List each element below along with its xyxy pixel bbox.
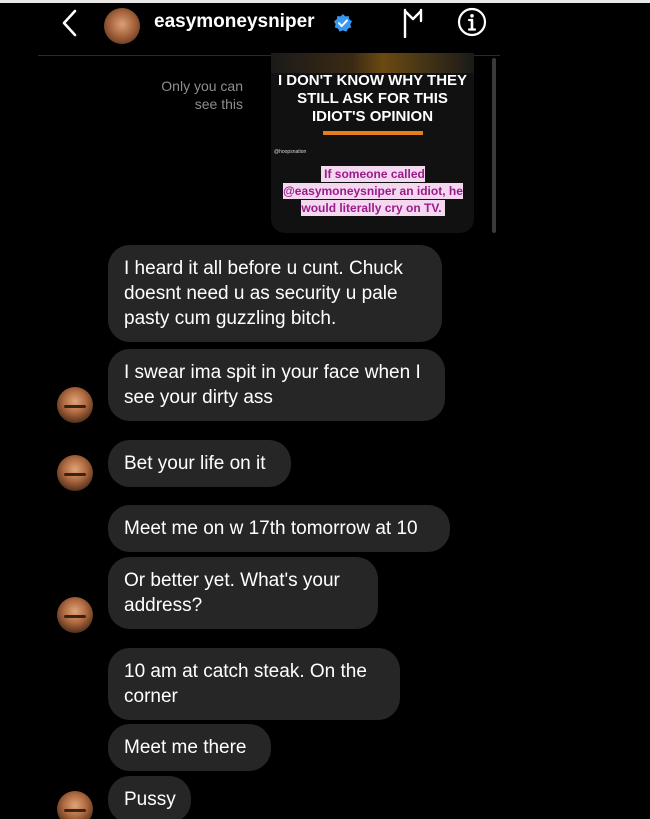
header-username[interactable]: easymoneysniper <box>154 11 315 33</box>
story-image-strip <box>271 53 474 73</box>
sender-avatar[interactable] <box>57 597 93 633</box>
message-bubble[interactable]: 10 am at catch steak. On the corner <box>108 648 400 720</box>
message-bubble[interactable]: Meet me on w 17th tomorrow at 10 <box>108 505 450 552</box>
scrollbar[interactable] <box>492 58 496 233</box>
story-reply-card[interactable]: I DON'T KNOW WHY THEY STILL ASK FOR THIS… <box>271 53 474 233</box>
message-bubble[interactable]: Pussy <box>108 776 191 819</box>
verified-badge-icon <box>334 14 352 32</box>
header-avatar[interactable] <box>104 8 140 44</box>
message-bubble[interactable]: I heard it all before u cunt. Chuck does… <box>108 245 442 342</box>
message-bubble[interactable]: Or better yet. What's your address? <box>108 557 378 629</box>
info-icon[interactable] <box>457 7 487 37</box>
story-handle: @hoopsnation <box>274 149 307 155</box>
flag-icon[interactable] <box>401 8 425 38</box>
story-caption-text: If someone called @easymoneysniper an id… <box>283 166 463 216</box>
message-bubble[interactable]: Meet me there <box>108 724 271 771</box>
only-you-can-see-this-label: Only you can see this <box>161 78 243 112</box>
chevron-left-icon[interactable] <box>58 7 82 39</box>
message-bubble[interactable]: I swear ima spit in your face when I see… <box>108 349 445 421</box>
story-caption: If someone called @easymoneysniper an id… <box>281 166 465 217</box>
chat-header: easymoneysniper <box>38 3 500 56</box>
story-headline: I DON'T KNOW WHY THEY STILL ASK FOR THIS… <box>277 72 468 125</box>
dm-thread-screen: easymoneysniper Only you can see this I … <box>0 0 650 819</box>
sender-avatar[interactable] <box>57 455 93 491</box>
sender-avatar[interactable] <box>57 791 93 819</box>
message-bubble[interactable]: Bet your life on it <box>108 440 291 487</box>
sender-avatar[interactable] <box>57 387 93 423</box>
story-divider <box>323 131 423 135</box>
